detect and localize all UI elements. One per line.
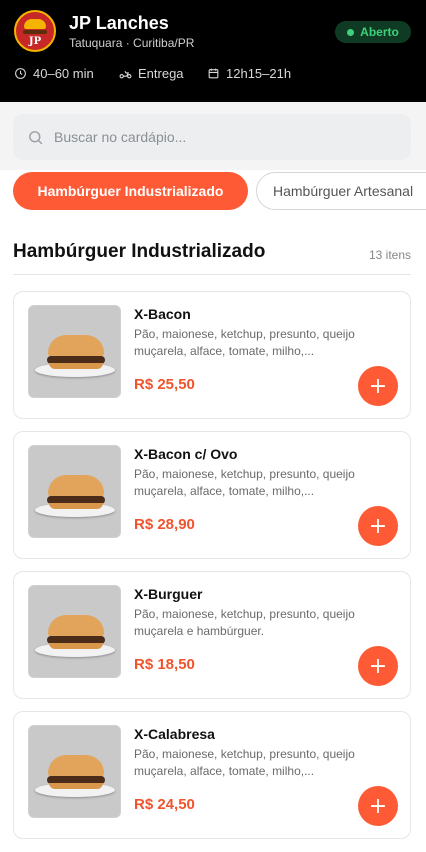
- store-logo: JP: [14, 10, 56, 52]
- section-title: Hambúrguer Industrializado: [13, 241, 266, 262]
- item-name: X-Burguer: [134, 586, 203, 602]
- add-to-cart-button[interactable]: +: [358, 786, 398, 826]
- item-price: R$ 18,50: [134, 656, 195, 673]
- item-image: [28, 445, 121, 538]
- delivery-mode-label: Entrega: [138, 66, 184, 81]
- tab-hamburguer-industrializado[interactable]: Hambúrguer Industrializado: [13, 172, 248, 210]
- delivery-time-label: 40–60 min: [33, 66, 94, 81]
- hours-label: 12h15–21h: [226, 66, 292, 81]
- search-bar[interactable]: [13, 114, 411, 160]
- item-description: Pão, maionese, ketchup, presunto, queijo…: [134, 607, 355, 638]
- store-header: JP JP Lanches Tatuquara · Curitiba/PR Ab…: [0, 0, 426, 102]
- calendar-icon: [208, 68, 219, 79]
- clock-icon: [15, 68, 26, 79]
- item-image: [28, 585, 121, 678]
- item-name: X-Bacon: [134, 306, 191, 322]
- status-dot-icon: [347, 28, 355, 36]
- delivery-time-info: 40–60 min: [14, 66, 94, 81]
- item-price: R$ 28,90: [134, 516, 195, 533]
- store-location: Tatuquara · Curitiba/PR: [69, 36, 195, 50]
- menu-item-card[interactable]: X-Bacon c/ Ovo Pão, maionese, ketchup, p…: [13, 431, 411, 559]
- item-price: R$ 24,50: [134, 796, 195, 813]
- menu-item-card[interactable]: X-Calabresa Pão, maionese, ketchup, pres…: [13, 711, 411, 839]
- add-to-cart-button[interactable]: +: [358, 506, 398, 546]
- menu-item-card[interactable]: X-Bacon Pão, maionese, ketchup, presunto…: [13, 291, 411, 419]
- motorcycle-icon: [119, 71, 132, 79]
- menu-section: Hambúrguer Industrializado 13 itens X-Ba…: [0, 222, 426, 852]
- search-icon: [29, 130, 43, 144]
- status-badge: Aberto: [335, 21, 411, 43]
- search-input[interactable]: [54, 129, 374, 145]
- item-price: R$ 25,50: [134, 376, 195, 393]
- menu-item-card[interactable]: X-Burguer Pão, maionese, ketchup, presun…: [13, 571, 411, 699]
- item-description: Pão, maionese, ketchup, presunto, queijo…: [134, 467, 355, 498]
- hours-info: 12h15–21h: [207, 66, 291, 81]
- status-label: Aberto: [360, 25, 399, 39]
- item-image: [28, 725, 121, 818]
- item-description: Pão, maionese, ketchup, presunto, queijo…: [134, 327, 355, 358]
- item-image: [28, 305, 121, 398]
- item-name: X-Bacon c/ Ovo: [134, 446, 238, 462]
- add-to-cart-button[interactable]: +: [358, 366, 398, 406]
- item-name: X-Calabresa: [134, 726, 215, 742]
- section-divider: [13, 274, 411, 275]
- section-item-count: 13 itens: [368, 248, 411, 262]
- store-name: JP Lanches: [69, 13, 169, 33]
- item-description: Pão, maionese, ketchup, presunto, queijo…: [134, 747, 355, 778]
- add-to-cart-button[interactable]: +: [358, 646, 398, 686]
- delivery-mode-info: Entrega: [119, 66, 184, 81]
- tab-hamburguer-artesanal[interactable]: Hambúrguer Artesanal: [256, 172, 426, 210]
- category-tabs: Hambúrguer Industrializado Hambúrguer Ar…: [0, 170, 426, 222]
